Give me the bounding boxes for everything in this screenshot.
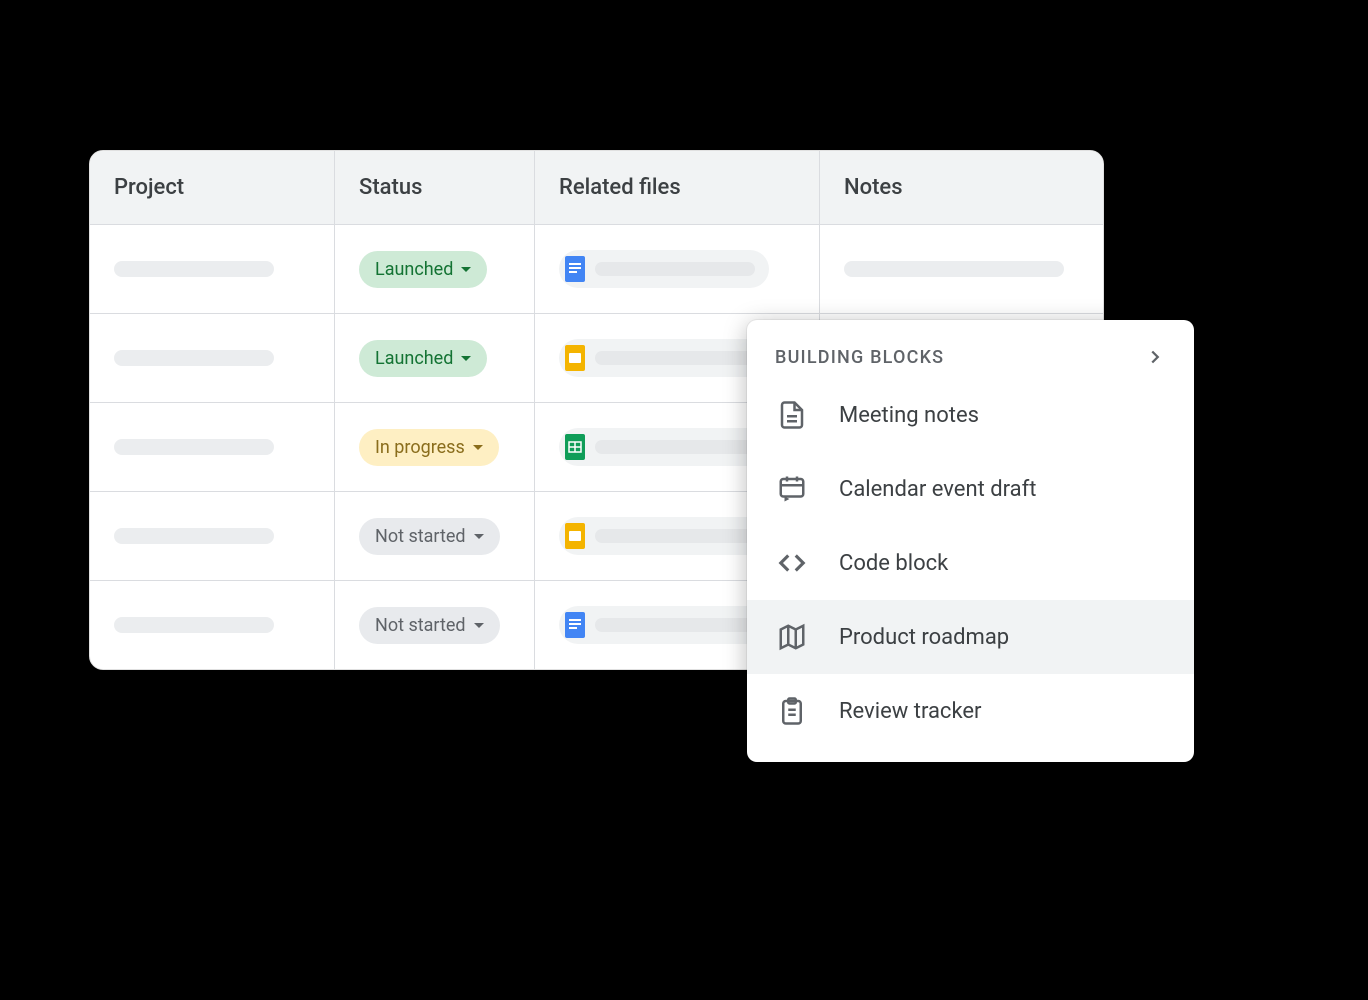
file-chip[interactable] — [559, 428, 769, 466]
building-block-item[interactable]: Calendar event draft — [747, 452, 1194, 526]
status-cell: Launched — [335, 225, 535, 313]
caret-down-icon — [461, 267, 471, 272]
related-files-cell — [535, 225, 820, 313]
file-chip[interactable] — [559, 250, 769, 288]
file-name-placeholder — [595, 440, 755, 454]
file-name-placeholder — [595, 529, 755, 543]
file-name-placeholder — [595, 351, 755, 365]
calendar-icon — [775, 472, 809, 506]
map-icon — [775, 620, 809, 654]
caret-down-icon — [474, 623, 484, 628]
notes-cell — [820, 225, 1104, 313]
status-chip[interactable]: Not started — [359, 518, 500, 555]
docs-icon — [565, 256, 585, 282]
project-placeholder — [114, 350, 274, 366]
file-icon — [775, 398, 809, 432]
status-label: Launched — [375, 348, 453, 369]
status-cell: In progress — [335, 403, 535, 491]
project-cell — [90, 581, 335, 669]
status-label: In progress — [375, 437, 465, 458]
popup-title: BUILDING BLOCKS — [775, 347, 944, 368]
project-cell — [90, 314, 335, 402]
status-label: Not started — [375, 615, 466, 636]
project-cell — [90, 492, 335, 580]
status-cell: Not started — [335, 581, 535, 669]
building-block-item[interactable]: Code block — [747, 526, 1194, 600]
status-label: Not started — [375, 526, 466, 547]
building-block-label: Code block — [839, 551, 948, 576]
slides-icon — [565, 345, 585, 371]
docs-icon — [565, 612, 585, 638]
code-icon — [775, 546, 809, 580]
project-placeholder — [114, 261, 274, 277]
status-chip[interactable]: Launched — [359, 340, 487, 377]
file-name-placeholder — [595, 618, 755, 632]
table-row: Launched — [90, 225, 1103, 314]
status-label: Launched — [375, 259, 453, 280]
table-header-row: Project Status Related files Notes — [90, 151, 1103, 225]
project-placeholder — [114, 617, 274, 633]
project-cell — [90, 403, 335, 491]
building-block-label: Product roadmap — [839, 625, 1009, 650]
building-block-label: Review tracker — [839, 699, 982, 724]
status-cell: Not started — [335, 492, 535, 580]
status-chip[interactable]: Not started — [359, 607, 500, 644]
header-project: Project — [90, 151, 335, 224]
header-status: Status — [335, 151, 535, 224]
clipboard-icon — [775, 694, 809, 728]
building-blocks-popup: BUILDING BLOCKS Meeting notes Calendar ev… — [747, 320, 1194, 762]
caret-down-icon — [461, 356, 471, 361]
building-block-label: Meeting notes — [839, 403, 979, 428]
caret-down-icon — [474, 534, 484, 539]
header-related-files: Related files — [535, 151, 820, 224]
slides-icon — [565, 523, 585, 549]
chevron-right-icon[interactable] — [1144, 346, 1166, 368]
building-block-item[interactable]: Review tracker — [747, 674, 1194, 748]
building-block-item[interactable]: Meeting notes — [747, 378, 1194, 452]
file-name-placeholder — [595, 262, 755, 276]
sheets-icon — [565, 434, 585, 460]
project-placeholder — [114, 528, 274, 544]
project-cell — [90, 225, 335, 313]
project-placeholder — [114, 439, 274, 455]
file-chip[interactable] — [559, 339, 769, 377]
header-notes: Notes — [820, 151, 1104, 224]
file-chip[interactable] — [559, 517, 769, 555]
status-chip[interactable]: In progress — [359, 429, 499, 466]
notes-placeholder — [844, 261, 1064, 277]
caret-down-icon — [473, 445, 483, 450]
building-block-label: Calendar event draft — [839, 477, 1037, 502]
file-chip[interactable] — [559, 606, 769, 644]
status-chip[interactable]: Launched — [359, 251, 487, 288]
status-cell: Launched — [335, 314, 535, 402]
popup-header: BUILDING BLOCKS — [747, 346, 1194, 378]
building-block-item[interactable]: Product roadmap — [747, 600, 1194, 674]
